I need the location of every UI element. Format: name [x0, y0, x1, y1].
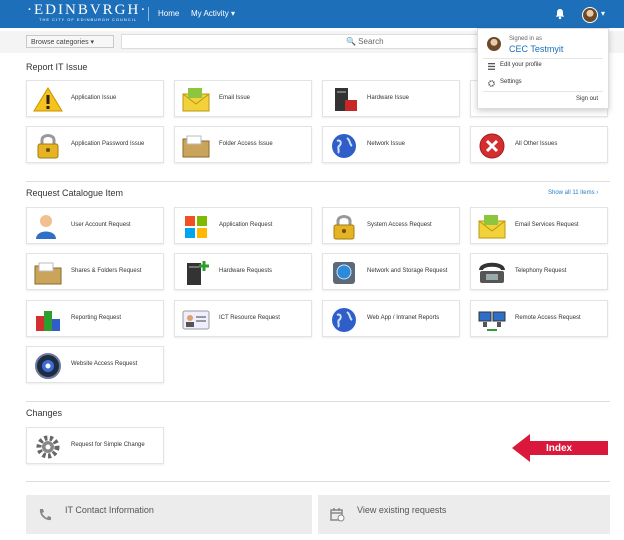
- tile-label: All Other Issues: [515, 141, 558, 147]
- folder-icon: [182, 135, 210, 158]
- nav-my-activity-menu[interactable]: My Activity ▾: [191, 9, 235, 18]
- hardware-icon: [335, 88, 357, 111]
- user-icon: [36, 215, 56, 239]
- settings-link[interactable]: Settings: [500, 79, 522, 85]
- tile-label: Reporting Request: [71, 315, 122, 321]
- avatar: [487, 37, 501, 51]
- tile-label: System Access Request: [367, 222, 432, 228]
- search-input[interactable]: [121, 34, 481, 49]
- tile-email-issue[interactable]: Email Issue: [174, 80, 312, 117]
- tile-network-storage-request[interactable]: Network and Storage Request: [322, 253, 460, 290]
- storage-icon: [333, 262, 355, 284]
- phone-icon: [39, 509, 51, 521]
- tile-label: Telephony Request: [515, 268, 567, 274]
- tile-label: Network Issue: [367, 141, 406, 147]
- tile-label: Folder Access Issue: [219, 141, 273, 147]
- section-divider: [26, 481, 610, 482]
- tile-label: Application Issue: [71, 95, 117, 101]
- globe-icon: [332, 134, 356, 158]
- list-icon: [488, 63, 495, 70]
- tile-label: Shares & Folders Request: [71, 268, 142, 274]
- tile-label: Remote Access Request: [515, 315, 581, 321]
- tile-website-access-request[interactable]: Website Access Request: [26, 346, 164, 383]
- council-logo[interactable]: ·EDINBVRGH· THE CITY OF EDINBURGH COUNCI…: [27, 3, 147, 23]
- padlock-icon: [333, 215, 355, 240]
- remote-computers-icon: [478, 311, 506, 331]
- tile-remote-access-request[interactable]: Remote Access Request: [470, 300, 608, 337]
- tile-system-access-request[interactable]: System Access Request: [322, 207, 460, 244]
- gear-icon: [488, 80, 495, 87]
- warning-icon: [33, 87, 63, 112]
- chart-cubes-icon: [36, 311, 60, 331]
- tile-label: Application Request: [219, 222, 273, 228]
- tile-ict-resource-request[interactable]: ICT Resource Request: [174, 300, 312, 337]
- tile-label: Request for Simple Change: [71, 442, 145, 448]
- logo-wordmark: ·EDINBVRGH·: [27, 2, 148, 18]
- tile-user-account-request[interactable]: User Account Request: [26, 207, 164, 244]
- view-requests-label: View existing requests: [357, 505, 447, 515]
- tile-application-issue[interactable]: Application Issue: [26, 80, 164, 117]
- tile-folder-access-issue[interactable]: Folder Access Issue: [174, 126, 312, 163]
- browse-categories-label: Browse categories ▾: [31, 39, 95, 46]
- error-icon: [479, 133, 505, 159]
- tile-label: Website Access Request: [71, 361, 138, 367]
- edit-profile-link[interactable]: Edit your profile: [500, 62, 542, 68]
- logo-subtitle: THE CITY OF EDINBURGH COUNCIL: [39, 17, 138, 22]
- tile-network-issue[interactable]: Network Issue: [322, 126, 460, 163]
- tile-all-other-issues[interactable]: All Other Issues: [470, 126, 608, 163]
- tile-application-request[interactable]: Application Request: [174, 207, 312, 244]
- index-annotation-label: Index: [546, 443, 573, 454]
- hardware-add-icon: [187, 261, 209, 285]
- tile-label: Hardware Issue: [367, 95, 410, 101]
- user-menu-dropdown: Signed in as CEC Testmyit Edit your prof…: [477, 28, 609, 109]
- chevron-down-icon[interactable]: ▾: [601, 9, 605, 18]
- tile-hardware-issue[interactable]: Hardware Issue: [322, 80, 460, 117]
- tile-telephony-request[interactable]: Telephony Request: [470, 253, 608, 290]
- gear-icon: [36, 435, 60, 459]
- tile-hardware-requests[interactable]: Hardware Requests: [174, 253, 312, 290]
- telephone-icon: [479, 262, 505, 283]
- section-divider: [26, 181, 610, 182]
- tile-email-services-request[interactable]: Email Services Request: [470, 207, 608, 244]
- email-icon: [478, 215, 506, 239]
- tile-label: Email Services Request: [515, 222, 579, 228]
- tile-request-simple-change[interactable]: Request for Simple Change: [26, 427, 164, 464]
- id-card-icon: [182, 310, 210, 330]
- tile-label: Hardware Requests: [219, 268, 273, 274]
- calendar-icon: [330, 508, 345, 522]
- user-name-link[interactable]: CEC Testmyit: [509, 44, 563, 54]
- globe-icon: [332, 308, 356, 332]
- tile-label: Email Issue: [219, 95, 251, 101]
- signed-in-label: Signed in as: [509, 36, 543, 42]
- it-contact-label: IT Contact Information: [65, 505, 154, 515]
- email-icon: [182, 88, 210, 112]
- section-title-report: Report IT Issue: [26, 62, 88, 72]
- nav-divider: [148, 7, 149, 21]
- section-title-catalogue: Request Catalogue Item: [26, 188, 124, 198]
- menu-divider: [483, 58, 603, 59]
- search-placeholder: 🔍 Search: [346, 37, 384, 46]
- tile-web-app-intranet-reports[interactable]: Web App / Intranet Reports: [322, 300, 460, 337]
- menu-divider: [483, 91, 603, 92]
- tile-label: Network and Storage Request: [367, 268, 448, 274]
- user-avatar[interactable]: [582, 7, 598, 23]
- tile-label: ICT Resource Request: [219, 315, 280, 321]
- show-all-link[interactable]: Show all 11 items ›: [548, 190, 598, 196]
- tile-application-password-issue[interactable]: Application Password Issue: [26, 126, 164, 163]
- nav-home-link[interactable]: Home: [158, 9, 179, 18]
- folder-icon: [34, 262, 62, 285]
- sign-out-link[interactable]: Sign out: [576, 96, 598, 102]
- tile-shares-folders-request[interactable]: Shares & Folders Request: [26, 253, 164, 290]
- tile-reporting-request[interactable]: Reporting Request: [26, 300, 164, 337]
- web-badge-icon: [35, 353, 61, 379]
- section-title-changes: Changes: [26, 408, 63, 418]
- browse-categories-button[interactable]: Browse categories ▾: [26, 35, 114, 48]
- windows-icon: [185, 216, 207, 238]
- section-divider: [26, 401, 610, 402]
- padlock-icon: [37, 134, 59, 159]
- bell-icon[interactable]: [554, 8, 566, 20]
- tile-label: Web App / Intranet Reports: [367, 315, 440, 321]
- tile-label: Application Password Issue: [71, 141, 145, 147]
- tile-label: User Account Request: [71, 222, 131, 228]
